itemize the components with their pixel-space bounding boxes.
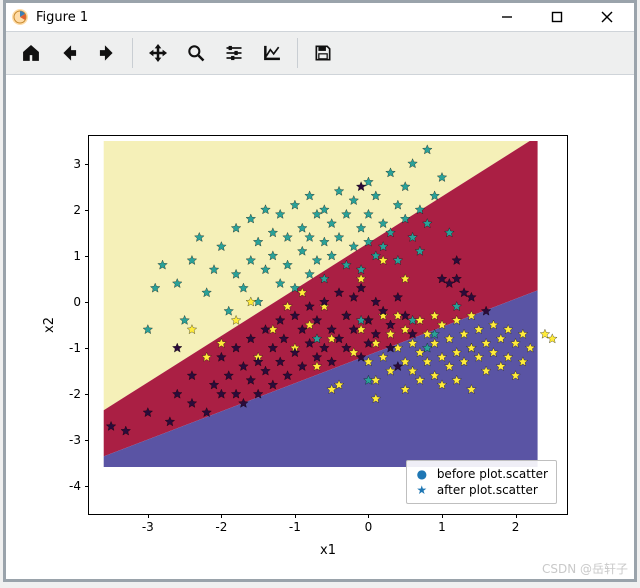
close-button[interactable] bbox=[586, 5, 628, 29]
maximize-button[interactable] bbox=[536, 5, 578, 29]
star-marker-icon: ★ bbox=[415, 482, 429, 498]
subplots-button[interactable] bbox=[215, 34, 253, 72]
toolbar bbox=[6, 31, 634, 75]
legend-item: ★ after plot.scatter bbox=[415, 482, 548, 498]
legend: ● before plot.scatter ★ after plot.scatt… bbox=[406, 460, 557, 504]
home-button[interactable] bbox=[12, 34, 50, 72]
axes-edit-button[interactable] bbox=[253, 34, 291, 72]
xlabel: x1 bbox=[88, 543, 568, 558]
titlebar: Figure 1 bbox=[6, 3, 634, 31]
toolbar-separator bbox=[297, 38, 298, 68]
circle-marker-icon: ● bbox=[415, 466, 429, 482]
axes: ● before plot.scatter ★ after plot.scatt… bbox=[88, 135, 568, 515]
plot-area bbox=[89, 136, 567, 514]
zoom-button[interactable] bbox=[177, 34, 215, 72]
watermark-text: CSDN @岳轩子 bbox=[542, 560, 628, 577]
figure-canvas[interactable]: ● before plot.scatter ★ after plot.scatt… bbox=[6, 75, 634, 561]
pan-button[interactable] bbox=[139, 34, 177, 72]
back-button[interactable] bbox=[50, 34, 88, 72]
figure-window: Figure 1 ● before plot.scatter bbox=[3, 0, 637, 582]
legend-label: before plot.scatter bbox=[437, 466, 548, 482]
toolbar-separator bbox=[132, 38, 133, 68]
legend-item: ● before plot.scatter bbox=[415, 466, 548, 482]
matplotlib-logo-icon bbox=[12, 9, 28, 25]
forward-button[interactable] bbox=[88, 34, 126, 72]
save-button[interactable] bbox=[304, 34, 342, 72]
ylabel: x2 bbox=[42, 135, 57, 515]
legend-label: after plot.scatter bbox=[437, 482, 538, 498]
window-title: Figure 1 bbox=[36, 10, 88, 25]
minimize-button[interactable] bbox=[486, 5, 528, 29]
